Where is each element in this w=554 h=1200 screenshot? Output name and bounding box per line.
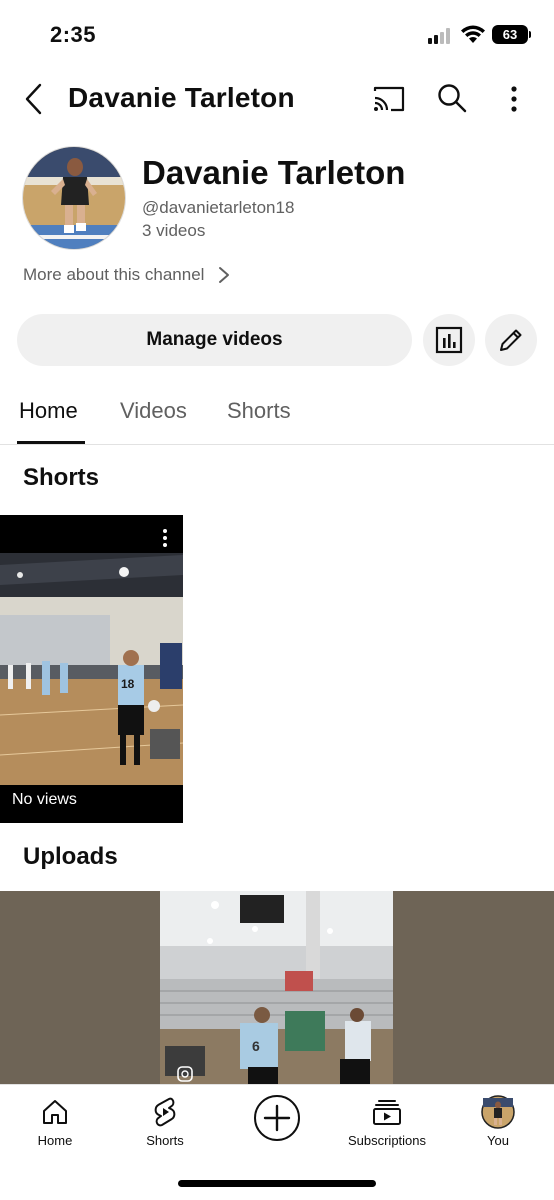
more-vertical-icon (163, 529, 167, 547)
subscriptions-icon (373, 1100, 401, 1125)
nav-you[interactable]: You (443, 1093, 553, 1148)
active-tab-indicator (17, 441, 85, 444)
analytics-button[interactable] (423, 314, 475, 366)
cellular-signal-icon (428, 28, 454, 44)
home-icon (43, 1100, 67, 1124)
short-thumbnail: 18 (0, 553, 183, 785)
nav-create[interactable] (222, 1093, 332, 1143)
status-bar: 2:35 63 (0, 0, 554, 70)
nav-home[interactable]: Home (0, 1093, 110, 1148)
back-button[interactable] (18, 80, 50, 118)
channel-handle: @davanietarleton18 (142, 198, 295, 217)
more-options-button[interactable] (500, 82, 528, 116)
search-icon (438, 84, 467, 113)
nav-shorts[interactable]: Shorts (110, 1093, 220, 1148)
analytics-icon (435, 326, 463, 354)
upload-thumbnail: 6 (0, 891, 554, 1084)
search-button[interactable] (436, 82, 468, 114)
nav-you-label: You (487, 1133, 509, 1148)
nav-subscriptions[interactable]: Subscriptions (332, 1093, 442, 1148)
short-more-button[interactable] (155, 527, 175, 549)
avatar-photo (23, 147, 125, 249)
edit-pencil-icon (500, 329, 522, 351)
tab-shorts[interactable]: Shorts (227, 398, 291, 424)
cast-button[interactable] (372, 84, 406, 114)
channel-avatar[interactable] (22, 146, 126, 250)
more-vertical-icon (511, 86, 517, 112)
manage-videos-button[interactable]: Manage videos (17, 314, 412, 366)
wifi-icon (461, 25, 485, 43)
status-time: 2:35 (50, 22, 97, 47)
short-view-count: No views (12, 791, 77, 808)
channel-name: Davanie Tarleton (142, 154, 406, 191)
back-icon (25, 83, 42, 115)
avatar (481, 1095, 515, 1129)
chevron-right-icon (219, 267, 230, 283)
create-plus-icon (254, 1095, 300, 1141)
svg-text:6: 6 (252, 1038, 260, 1054)
uploads-section-title: Uploads (23, 843, 118, 870)
tab-videos[interactable]: Videos (120, 398, 187, 424)
more-about-label: More about this channel (23, 265, 205, 284)
nav-shorts-label: Shorts (146, 1133, 184, 1148)
channel-tabs: Home Videos Shorts (0, 388, 554, 445)
top-app-bar: Davanie Tarleton (0, 70, 554, 128)
battery-indicator: 63 (492, 25, 528, 44)
edit-channel-button[interactable] (485, 314, 537, 366)
upload-video-card[interactable]: 6 (0, 891, 554, 1084)
cast-icon (373, 86, 405, 112)
battery-tip (529, 31, 531, 38)
shorts-icon (154, 1097, 176, 1127)
more-about-channel-link[interactable]: More about this channel (23, 265, 230, 285)
nav-subscriptions-label: Subscriptions (347, 1133, 427, 1148)
svg-text:18: 18 (121, 677, 135, 691)
nav-home-label: Home (37, 1133, 73, 1148)
tab-home[interactable]: Home (19, 398, 78, 424)
video-count: 3 videos (142, 221, 206, 240)
shorts-section-title: Shorts (23, 464, 100, 491)
page-title: Davanie Tarleton (68, 82, 295, 113)
short-video-card[interactable]: 18 No views (0, 515, 183, 823)
home-indicator (178, 1180, 376, 1187)
